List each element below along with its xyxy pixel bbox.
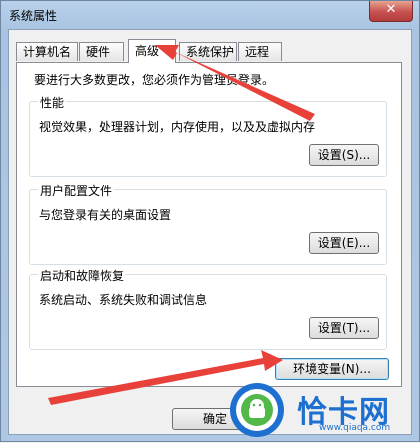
startup-recovery-group: 启动和故障恢复 系统启动、系统失败和调试信息 设置(T)... <box>29 267 387 350</box>
tab-system-protection[interactable]: 系统保护 <box>179 42 237 61</box>
tab-hardware[interactable]: 硬件 <box>79 42 124 61</box>
user-profiles-settings-button[interactable]: 设置(E)... <box>309 232 379 254</box>
performance-title: 性能 <box>38 94 67 111</box>
title-bar[interactable]: 系统属性 ✕ <box>1 1 419 29</box>
window-title: 系统属性 <box>9 9 58 23</box>
watermark: 恰卡网 www.qiaqa.com <box>223 381 413 439</box>
startup-recovery-title: 启动和故障恢复 <box>38 267 127 284</box>
startup-recovery-settings-button[interactable]: 设置(T)... <box>309 317 379 339</box>
advanced-tab-panel: 要进行大多数更改，您必须作为管理员登录。 性能 视觉效果，处理器计划，内存使用，… <box>16 62 402 387</box>
performance-description: 视觉效果，处理器计划，内存使用，以及及虚拟内存 <box>39 120 316 134</box>
watermark-url: www.qiaqa.com <box>319 423 391 433</box>
close-button[interactable]: ✕ <box>369 1 413 22</box>
performance-group: 性能 视觉效果，处理器计划，内存使用，以及及虚拟内存 设置(S)... <box>29 94 387 177</box>
tab-computer-name[interactable]: 计算机名 <box>16 42 78 61</box>
user-profiles-description: 与您登录有关的桌面设置 <box>39 208 172 222</box>
admin-notice: 要进行大多数更改，您必须作为管理员登录。 <box>34 73 275 87</box>
dialog-client-area: 计算机名 硬件 高级 系统保护 远程 要进行大多数更改，您必须作为管理员登录。 … <box>8 29 412 435</box>
startup-recovery-description: 系统启动、系统失败和调试信息 <box>39 293 208 307</box>
system-properties-window: 系统属性 ✕ 计算机名 硬件 高级 系统保护 远程 要进行大多数更改，您必须作为… <box>0 0 420 442</box>
tab-remote[interactable]: 远程 <box>238 42 282 61</box>
environment-variables-button[interactable]: 环境变量(N)... <box>275 358 389 380</box>
tab-advanced[interactable]: 高级 <box>128 39 176 63</box>
user-profiles-group: 用户配置文件 与您登录有关的桌面设置 设置(E)... <box>29 182 387 265</box>
watermark-logo-icon <box>230 383 284 437</box>
user-profiles-title: 用户配置文件 <box>38 182 115 199</box>
performance-settings-button[interactable]: 设置(S)... <box>309 144 379 166</box>
